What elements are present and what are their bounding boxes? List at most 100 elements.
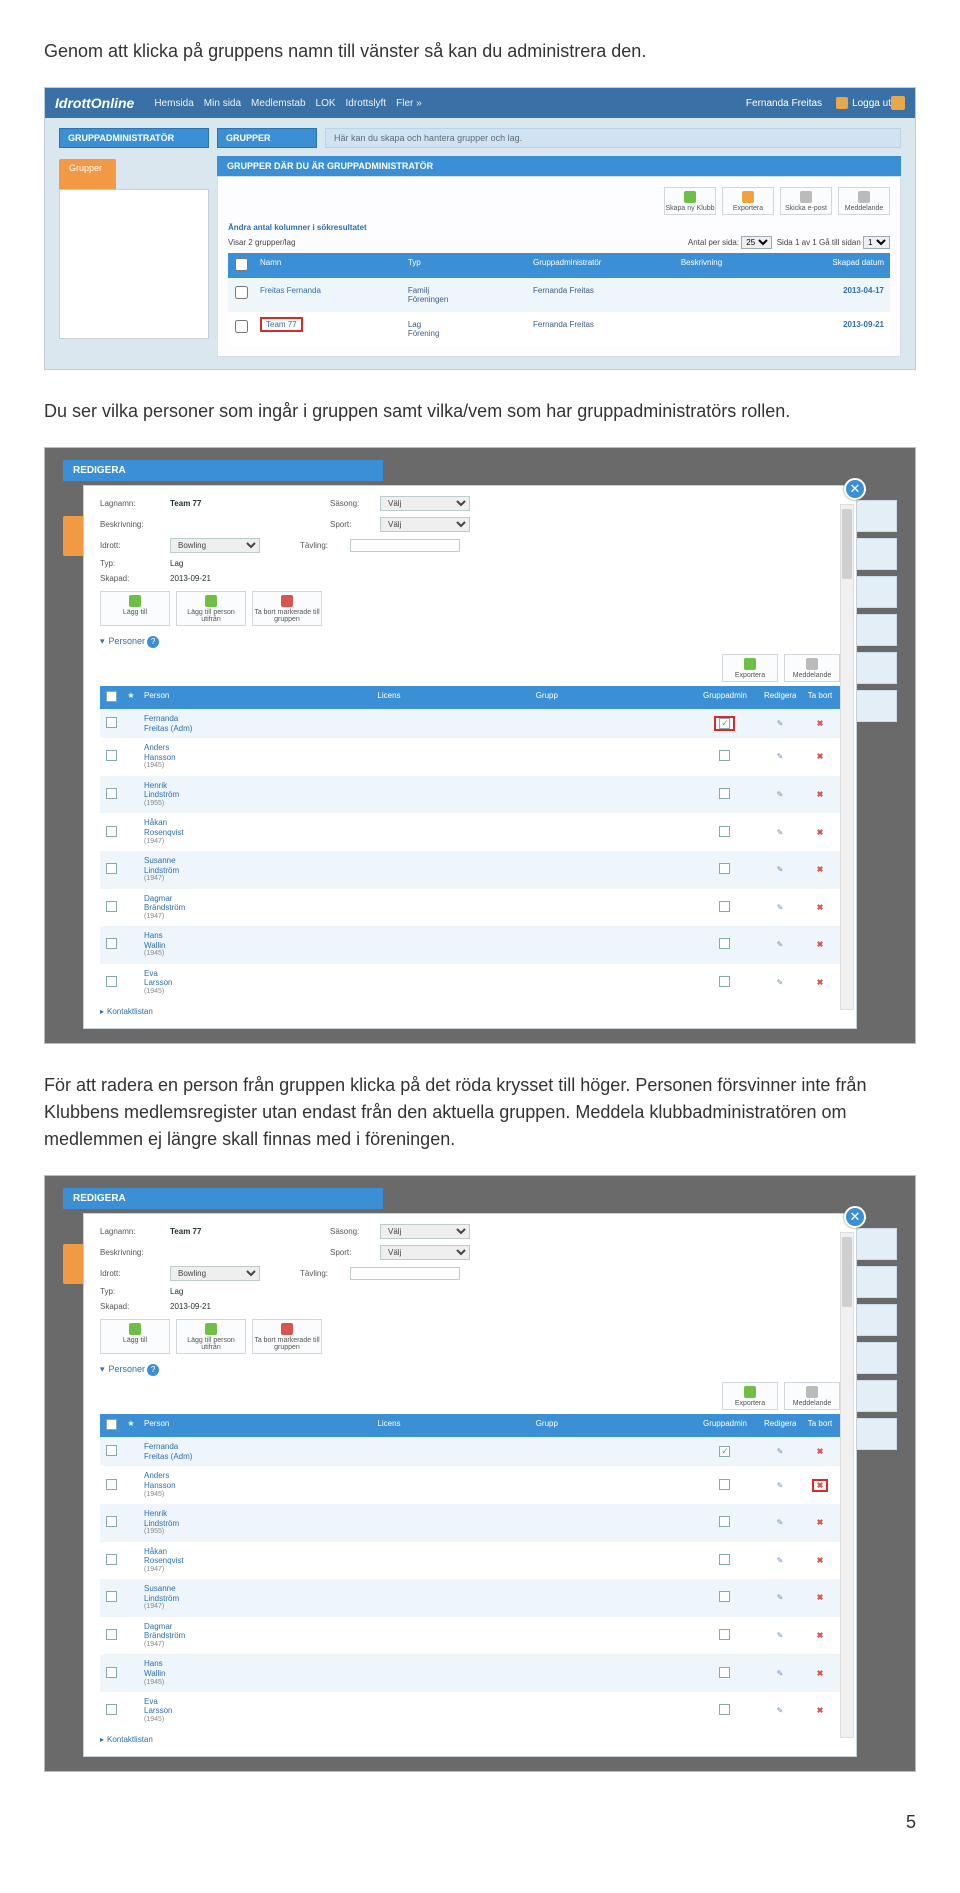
create-button[interactable]: Skapa ny Klubb: [664, 187, 716, 215]
favorite-icon[interactable]: [122, 1631, 140, 1641]
nav-lok[interactable]: LOK: [316, 98, 336, 109]
group-name-link[interactable]: Freitas Fernanda: [254, 278, 402, 312]
idrott-select[interactable]: Bowling: [170, 1266, 260, 1281]
person-name[interactable]: DagmarBrändström(1947): [140, 1617, 373, 1655]
row-checkbox[interactable]: [106, 976, 117, 987]
person-name[interactable]: SusanneLindström(1947): [140, 851, 373, 889]
row-checkbox[interactable]: [106, 1554, 117, 1565]
nav-hemsida[interactable]: Hemsida: [154, 98, 193, 109]
person-name[interactable]: SusanneLindström(1947): [140, 1579, 373, 1617]
delete-icon[interactable]: ✖: [817, 1556, 824, 1565]
tavling-input[interactable]: [350, 539, 460, 552]
edit-icon[interactable]: ✎: [777, 1593, 784, 1602]
groupadmin-checkbox[interactable]: [719, 863, 730, 874]
favorite-icon[interactable]: [122, 865, 140, 875]
close-icon[interactable]: ✕: [844, 1206, 866, 1228]
row-checkbox[interactable]: [106, 938, 117, 949]
edit-icon[interactable]: ✎: [777, 978, 784, 987]
row-checkbox[interactable]: [106, 1516, 117, 1527]
sport-select[interactable]: Välj: [380, 1245, 470, 1260]
add-external-button[interactable]: Lägg till person utifrån: [176, 1319, 246, 1354]
scrollbar[interactable]: [840, 1232, 854, 1738]
sport-select[interactable]: Välj: [380, 517, 470, 532]
nav-medlemstab[interactable]: Medlemstab: [251, 98, 305, 109]
favorite-icon[interactable]: [122, 1555, 140, 1565]
delete-icon[interactable]: ✖: [817, 828, 824, 837]
delete-icon[interactable]: ✖: [817, 978, 824, 987]
logout-icon[interactable]: [891, 96, 905, 110]
person-name[interactable]: HansWallin(1945): [140, 1654, 373, 1692]
person-name[interactable]: EvaLarsson(1945): [140, 1692, 373, 1730]
export-button[interactable]: Exportera: [722, 1382, 778, 1410]
nav-minsida[interactable]: Min sida: [204, 98, 241, 109]
row-checkbox[interactable]: [106, 788, 117, 799]
row-checkbox[interactable]: [106, 1629, 117, 1640]
person-name[interactable]: HåkanRosenqvist(1947): [140, 1542, 373, 1580]
delete-icon[interactable]: ✖: [817, 1593, 824, 1602]
edit-icon[interactable]: ✎: [777, 1556, 784, 1565]
remove-selected-button[interactable]: Ta bort markerade till gruppen: [252, 591, 322, 626]
row-checkbox[interactable]: [106, 901, 117, 912]
favorite-icon[interactable]: [122, 1593, 140, 1603]
delete-icon[interactable]: ✖: [817, 940, 824, 949]
columns-link[interactable]: Ändra antal kolumner i sökresultatet: [228, 223, 890, 232]
goto-page-select[interactable]: 1: [863, 236, 890, 249]
help-icon[interactable]: ?: [147, 1364, 159, 1376]
edit-icon[interactable]: ✎: [777, 719, 784, 728]
favorite-icon[interactable]: [122, 1447, 140, 1457]
sidebar-tab[interactable]: Grupper: [59, 158, 209, 189]
group-name-link[interactable]: Team 77: [254, 312, 402, 346]
edit-icon[interactable]: ✎: [777, 1481, 784, 1490]
table-row[interactable]: Team 77 Lag Förening Fernanda Freitas 20…: [228, 312, 890, 346]
add-external-button[interactable]: Lägg till person utifrån: [176, 591, 246, 626]
edit-icon[interactable]: ✎: [777, 1631, 784, 1640]
export-button[interactable]: Exportera: [722, 654, 778, 682]
groupadmin-checkbox[interactable]: [719, 750, 730, 761]
message-button[interactable]: Meddelande: [838, 187, 890, 215]
groupadmin-checkbox[interactable]: [719, 1446, 730, 1457]
person-name[interactable]: HenrikLindström(1955): [140, 1504, 373, 1542]
table-row[interactable]: Freitas Fernanda Familj Föreningen Ferna…: [228, 278, 890, 312]
favorite-icon[interactable]: [122, 719, 140, 729]
row-checkbox[interactable]: [106, 717, 117, 728]
favorite-icon[interactable]: [122, 1480, 140, 1490]
edit-icon[interactable]: ✎: [777, 828, 784, 837]
select-all-checkbox[interactable]: [106, 1419, 117, 1430]
person-name[interactable]: FernandaFreitas (Adm): [140, 709, 373, 738]
contact-list-link[interactable]: ▸Kontaktlistan: [100, 1007, 840, 1016]
groupadmin-checkbox[interactable]: [719, 938, 730, 949]
idrott-select[interactable]: Bowling: [170, 538, 260, 553]
delete-icon[interactable]: ✖: [817, 1706, 824, 1715]
favorite-icon[interactable]: [122, 940, 140, 950]
person-name[interactable]: DagmarBrändström(1947): [140, 889, 373, 927]
tavling-input[interactable]: [350, 1267, 460, 1280]
nav-fler[interactable]: Fler »: [396, 98, 422, 109]
delete-icon[interactable]: ✖: [817, 903, 824, 912]
person-name[interactable]: HåkanRosenqvist(1947): [140, 813, 373, 851]
delete-icon[interactable]: ✖: [817, 1631, 824, 1640]
favorite-icon[interactable]: [122, 1668, 140, 1678]
message-button[interactable]: Meddelande: [784, 1382, 840, 1410]
edit-icon[interactable]: ✎: [777, 752, 784, 761]
favorite-icon[interactable]: [122, 790, 140, 800]
edit-icon[interactable]: ✎: [777, 790, 784, 799]
person-name[interactable]: FernandaFreitas (Adm): [140, 1437, 373, 1466]
row-checkbox[interactable]: [106, 1445, 117, 1456]
scrollbar[interactable]: [840, 504, 854, 1010]
edit-icon[interactable]: ✎: [777, 1669, 784, 1678]
groupadmin-checkbox[interactable]: [719, 1629, 730, 1640]
select-all-checkbox[interactable]: [235, 258, 248, 271]
logout-link[interactable]: Logga ut: [852, 98, 891, 109]
contact-list-link[interactable]: ▸Kontaktlistan: [100, 1735, 840, 1744]
close-icon[interactable]: ✕: [844, 478, 866, 500]
person-name[interactable]: EvaLarsson(1945): [140, 964, 373, 1002]
groupadmin-checkbox[interactable]: [719, 718, 730, 729]
person-name[interactable]: HenrikLindström(1955): [140, 776, 373, 814]
nav-idrottslyft[interactable]: Idrottslyft: [346, 98, 387, 109]
delete-icon[interactable]: ✖: [817, 790, 824, 799]
row-checkbox[interactable]: [106, 1667, 117, 1678]
row-checkbox[interactable]: [106, 1591, 117, 1602]
delete-icon[interactable]: ✖: [817, 1481, 824, 1490]
person-name[interactable]: HansWallin(1945): [140, 926, 373, 964]
edit-icon[interactable]: ✎: [777, 903, 784, 912]
